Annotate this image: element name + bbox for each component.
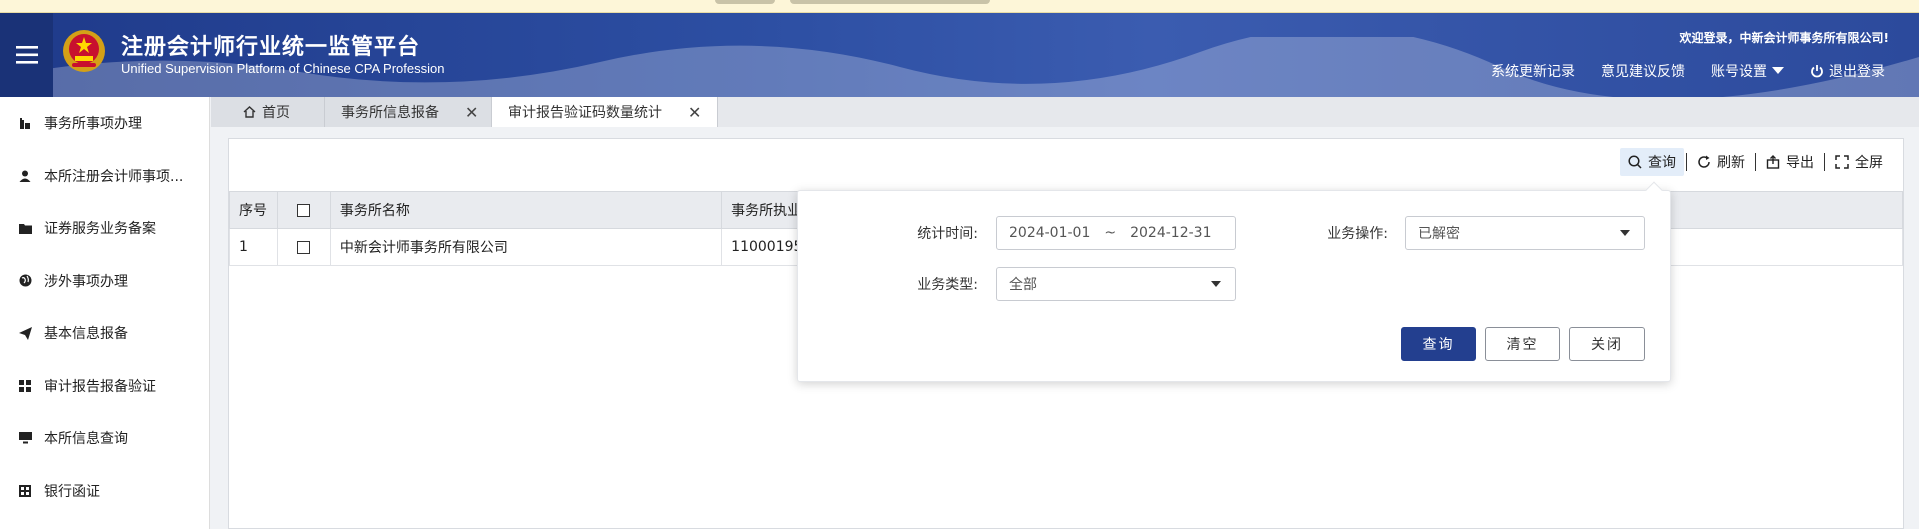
column-header-firm-name: 事务所名称 [329,191,723,229]
business-op-select[interactable]: 已解密 [1405,216,1645,250]
toolbar-divider [1686,153,1687,171]
nav-label: 意见建议反馈 [1601,64,1685,80]
platform-title-en: Unified Supervision Platform of Chinese … [121,61,445,76]
feedback-link[interactable]: 意见建议反馈 [1601,61,1685,81]
refresh-label: 刷新 [1717,155,1745,171]
popup-clear-button[interactable]: 清空 [1485,327,1560,361]
tab-audit-code-stats[interactable]: 审计报告验证码数量统计 ✕ [492,97,718,127]
sidebar-item-label: 涉外事项办理 [44,273,128,290]
notice-pill [715,0,775,4]
national-emblem-logo [63,30,105,72]
tab-home[interactable]: 首页 [211,97,325,127]
sidebar-item-label: 基本信息报备 [44,326,128,343]
calculator-icon [18,484,32,498]
toolbar-divider [1824,153,1825,171]
query-label: 查询 [1648,155,1676,171]
sidebar-item-label: 本所信息查询 [44,431,128,448]
monitor-icon [18,431,32,445]
app-header: 注册会计师行业统一监管平台 Unified Supervision Platfo… [0,13,1919,97]
sidebar-item-securities-filing[interactable]: 证券服务业务备案 [0,202,209,255]
tab-label: 首页 [262,105,290,121]
logout-button[interactable]: 退出登录 [1810,61,1885,81]
cell-firm-name: 中新会计师事务所有限公司 [329,228,723,266]
home-icon [243,106,256,118]
system-update-log-link[interactable]: 系统更新记录 [1491,61,1575,81]
sidebar-item-audit-report-verify[interactable]: 审计报告报备验证 [0,360,209,413]
business-op-value: 已解密 [1418,226,1460,242]
account-settings-dropdown[interactable]: 账号设置 [1711,61,1784,81]
time-end-value: 2024-12-31 [1130,225,1212,241]
select-all-checkbox[interactable] [297,203,311,217]
sidebar: 事务所事项办理 本所注册会计师事项... 证券服务业务备案 涉外事项办理 基本信… [0,97,210,529]
sidebar-item-label: 证券服务业务备案 [44,221,156,238]
fullscreen-button[interactable]: 全屏 [1827,148,1891,176]
platform-title-cn: 注册会计师行业统一监管平台 [121,35,421,60]
sidebar-item-label: 银行函证 [44,483,100,500]
sidebar-item-firm-info-query[interactable]: 本所信息查询 [0,412,209,465]
column-header-select-all [276,191,331,229]
column-header-index: 序号 [229,191,278,229]
tab-label: 审计报告验证码数量统计 [508,105,662,121]
row-checkbox[interactable] [297,240,311,254]
fullscreen-label: 全屏 [1855,155,1883,171]
fullscreen-icon [1835,155,1849,169]
query-button[interactable]: 查询 [1620,148,1684,176]
caret-down-icon [1620,230,1630,236]
tab-label: 事务所信息报备 [341,105,439,121]
power-icon [1811,65,1823,78]
business-op-label: 业务操作: [1327,226,1388,242]
toolbar-divider [1755,153,1756,171]
refresh-button[interactable]: 刷新 [1689,148,1753,176]
sidebar-item-label: 事务所事项办理 [44,116,142,133]
globe-icon [18,274,32,288]
time-start-value: 2024-01-01 [1009,225,1091,241]
export-icon [1766,155,1780,169]
query-popup: 统计时间: 2024-01-01 ~ 2024-12-31 业务操作: 已解密 … [797,181,1671,382]
sidebar-item-bank-confirmation[interactable]: 银行函证 [0,465,209,518]
folder-icon [18,221,32,235]
hamburger-menu-button[interactable] [0,13,53,97]
export-label: 导出 [1786,155,1814,171]
popup-close-button[interactable]: 关闭 [1569,327,1645,361]
sidebar-item-label: 本所注册会计师事项... [44,168,184,185]
welcome-message: 欢迎登录，中新会计师事务所有限公司! [1679,31,1889,45]
building-icon [18,116,32,130]
tab-bar: 首页 事务所信息报备 ✕ 审计报告验证码数量统计 ✕ [211,97,1919,127]
caret-down-icon [1772,67,1784,74]
nav-label: 退出登录 [1829,64,1885,80]
sidebar-item-firm-affairs[interactable]: 事务所事项办理 [0,97,209,150]
send-icon [18,326,32,340]
sidebar-item-label: 审计报告报备验证 [44,378,156,395]
nav-label: 账号设置 [1711,64,1767,80]
header-nav: 系统更新记录 意见建议反馈 账号设置 退出登录 [1491,61,1885,81]
grid-icon [18,379,32,393]
popup-query-button[interactable]: 查询 [1401,327,1476,361]
caret-down-icon [1211,281,1221,287]
close-icon[interactable]: ✕ [688,103,701,122]
business-type-select[interactable]: 全部 [996,267,1236,301]
business-type-label: 业务类型: [917,277,978,293]
cell-index: 1 [229,228,278,266]
user-icon [18,169,32,183]
stat-time-label: 统计时间: [917,226,978,242]
sidebar-item-basic-info-filing[interactable]: 基本信息报备 [0,307,209,360]
tab-firm-info-filing[interactable]: 事务所信息报备 ✕ [325,97,492,127]
sidebar-item-foreign-affairs[interactable]: 涉外事项办理 [0,255,209,308]
search-icon [1628,155,1642,169]
business-type-value: 全部 [1009,277,1037,293]
nav-label: 系统更新记录 [1491,64,1575,80]
time-range-separator: ~ [1104,225,1117,241]
refresh-icon [1698,155,1710,168]
close-icon[interactable]: ✕ [465,103,478,122]
browser-notice-strip [0,0,1919,13]
export-button[interactable]: 导出 [1758,148,1822,176]
toolbar: 查询 刷新 导出 全屏 [1620,148,1891,176]
cell-select [276,228,331,266]
stat-time-range-input[interactable]: 2024-01-01 ~ 2024-12-31 [996,216,1236,250]
sidebar-item-cpa-affairs[interactable]: 本所注册会计师事项... [0,150,209,203]
notice-pill [790,0,990,4]
hamburger-icon [15,46,38,64]
